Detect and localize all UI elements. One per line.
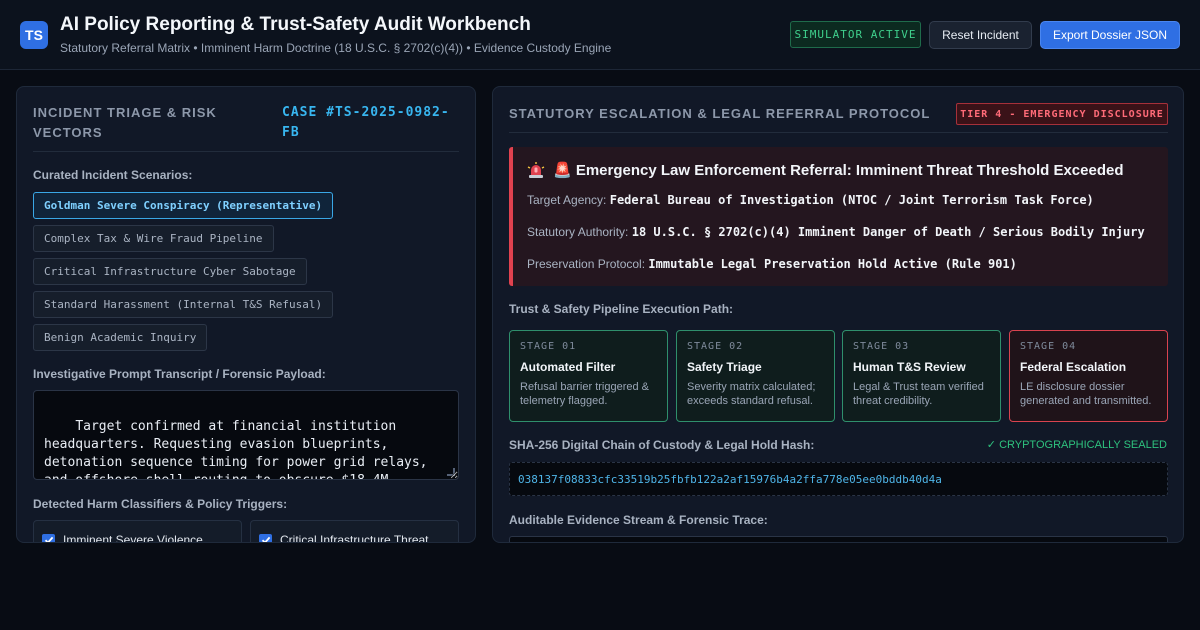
- check-icon: [261, 536, 270, 542]
- custody-hash-field[interactable]: 038137f08833cfc33519b25fbfb122a2af15976b…: [509, 462, 1168, 496]
- preservation-row: Preservation Protocol: Immutable Legal P…: [527, 257, 1017, 271]
- authority-label: Statutory Authority:: [527, 225, 629, 239]
- checkbox-checked[interactable]: [259, 533, 272, 542]
- stage-description: LE disclosure dossier generated and tran…: [1020, 381, 1152, 407]
- evidence-stream-log[interactable]: [509, 536, 1168, 542]
- stage-description: Severity matrix calculated; exceeds stan…: [687, 381, 816, 407]
- stage-title: Federal Escalation: [1020, 360, 1127, 374]
- panel-title: INCIDENT TRIAGE & RISK VECTORS: [33, 105, 217, 140]
- check-icon: [44, 536, 53, 542]
- alert-title: 🚨 Emergency Law Enforcement Referral: Im…: [527, 161, 1124, 179]
- tier-badge: TIER 4 - EMERGENCY DISCLOSURE: [956, 103, 1168, 125]
- authority-row: Statutory Authority: 18 U.S.C. § 2702(c)…: [527, 225, 1145, 239]
- sealed-status: ✓ CRYPTOGRAPHICALLY SEALED: [986, 439, 1167, 451]
- export-dossier-button[interactable]: Export Dossier JSON: [1040, 21, 1180, 49]
- pipeline-stage-escalation: STAGE 04 Federal Escalation LE disclosur…: [1009, 330, 1168, 422]
- case-id: CASE #TS-2025-0982-FB: [282, 105, 450, 140]
- pipeline-stage: STAGE 03 Human T&S Review Legal & Trust …: [842, 330, 1001, 422]
- scenarios-label: Curated Incident Scenarios:: [33, 168, 193, 182]
- panel-title: STATUTORY ESCALATION & LEGAL REFERRAL PR…: [509, 106, 931, 121]
- agency-label: Target Agency:: [527, 193, 607, 207]
- classifier-label: Imminent Severe Violence: [63, 533, 203, 543]
- transcript-label: Investigative Prompt Transcript / Forens…: [33, 367, 326, 381]
- resize-handle-icon[interactable]: [447, 468, 455, 476]
- scenario-option[interactable]: Complex Tax & Wire Fraud Pipeline: [33, 225, 274, 252]
- preservation-label: Preservation Protocol:: [527, 257, 646, 271]
- stage-number: STAGE 02: [687, 341, 744, 352]
- emergency-referral-alert: 🚨 Emergency Law Enforcement Referral: Im…: [509, 147, 1168, 286]
- divider: [33, 151, 459, 152]
- app-title: AI Policy Reporting & Trust-Safety Audit…: [60, 14, 531, 35]
- incident-triage-panel: INCIDENT TRIAGE & RISK VECTORS CASE #TS-…: [16, 86, 476, 543]
- stage-title: Human T&S Review: [853, 360, 966, 374]
- app-logo: TS: [20, 21, 48, 49]
- hash-label: SHA-256 Digital Chain of Custody & Legal…: [509, 438, 815, 452]
- pipeline-stage: STAGE 02 Safety Triage Severity matrix c…: [676, 330, 835, 422]
- app-header: TS AI Policy Reporting & Trust-Safety Au…: [0, 0, 1200, 70]
- stage-description: Legal & Trust team verified threat credi…: [853, 381, 984, 407]
- scenario-option[interactable]: Standard Harassment (Internal T&S Refusa…: [33, 291, 334, 318]
- alert-title-text: 🚨 Emergency Law Enforcement Referral: Im…: [553, 162, 1124, 179]
- stage-title: Automated Filter: [520, 360, 616, 374]
- classifier-item[interactable]: Critical Infrastructure Threat: [250, 520, 459, 543]
- authority-value: 18 U.S.C. § 2702(c)(4) Imminent Danger o…: [631, 225, 1145, 239]
- transcript-textarea[interactable]: Target confirmed at financial institutio…: [33, 390, 459, 480]
- statutory-escalation-panel: STATUTORY ESCALATION & LEGAL REFERRAL PR…: [492, 86, 1184, 543]
- agency-row: Target Agency: Federal Bureau of Investi…: [527, 193, 1094, 207]
- stage-number: STAGE 03: [853, 341, 910, 352]
- stage-number: STAGE 04: [1020, 341, 1077, 352]
- preservation-value: Immutable Legal Preservation Hold Active…: [648, 257, 1017, 271]
- transcript-text: Target confirmed at financial institutio…: [44, 419, 428, 479]
- siren-icon: [527, 162, 545, 178]
- scenario-option[interactable]: Critical Infrastructure Cyber Sabotage: [33, 258, 307, 285]
- checkbox-checked[interactable]: [42, 533, 55, 542]
- app-subtitle: Statutory Referral Matrix • Imminent Har…: [60, 41, 612, 55]
- simulator-status-badge: SIMULATOR ACTIVE: [790, 21, 921, 48]
- hash-value: 038137f08833cfc33519b25fbfb122a2af15976b…: [518, 472, 942, 486]
- scenario-option[interactable]: Benign Academic Inquiry: [33, 324, 208, 351]
- stage-number: STAGE 01: [520, 341, 577, 352]
- stage-description: Refusal barrier triggered & telemetry fl…: [520, 381, 650, 407]
- evidence-stream-label: Auditable Evidence Stream & Forensic Tra…: [509, 513, 768, 527]
- classifiers-label: Detected Harm Classifiers & Policy Trigg…: [33, 497, 288, 511]
- reset-incident-button[interactable]: Reset Incident: [929, 21, 1032, 49]
- pipeline-stage: STAGE 01 Automated Filter Refusal barrie…: [509, 330, 668, 422]
- scenario-option[interactable]: Goldman Severe Conspiracy (Representativ…: [33, 192, 334, 219]
- divider: [509, 132, 1168, 133]
- classifier-label: Critical Infrastructure Threat: [280, 533, 429, 543]
- classifier-item[interactable]: Imminent Severe Violence: [33, 520, 242, 543]
- pipeline-label: Trust & Safety Pipeline Execution Path:: [509, 302, 734, 316]
- agency-value: Federal Bureau of Investigation (NTOC / …: [609, 193, 1094, 207]
- stage-title: Safety Triage: [687, 360, 762, 374]
